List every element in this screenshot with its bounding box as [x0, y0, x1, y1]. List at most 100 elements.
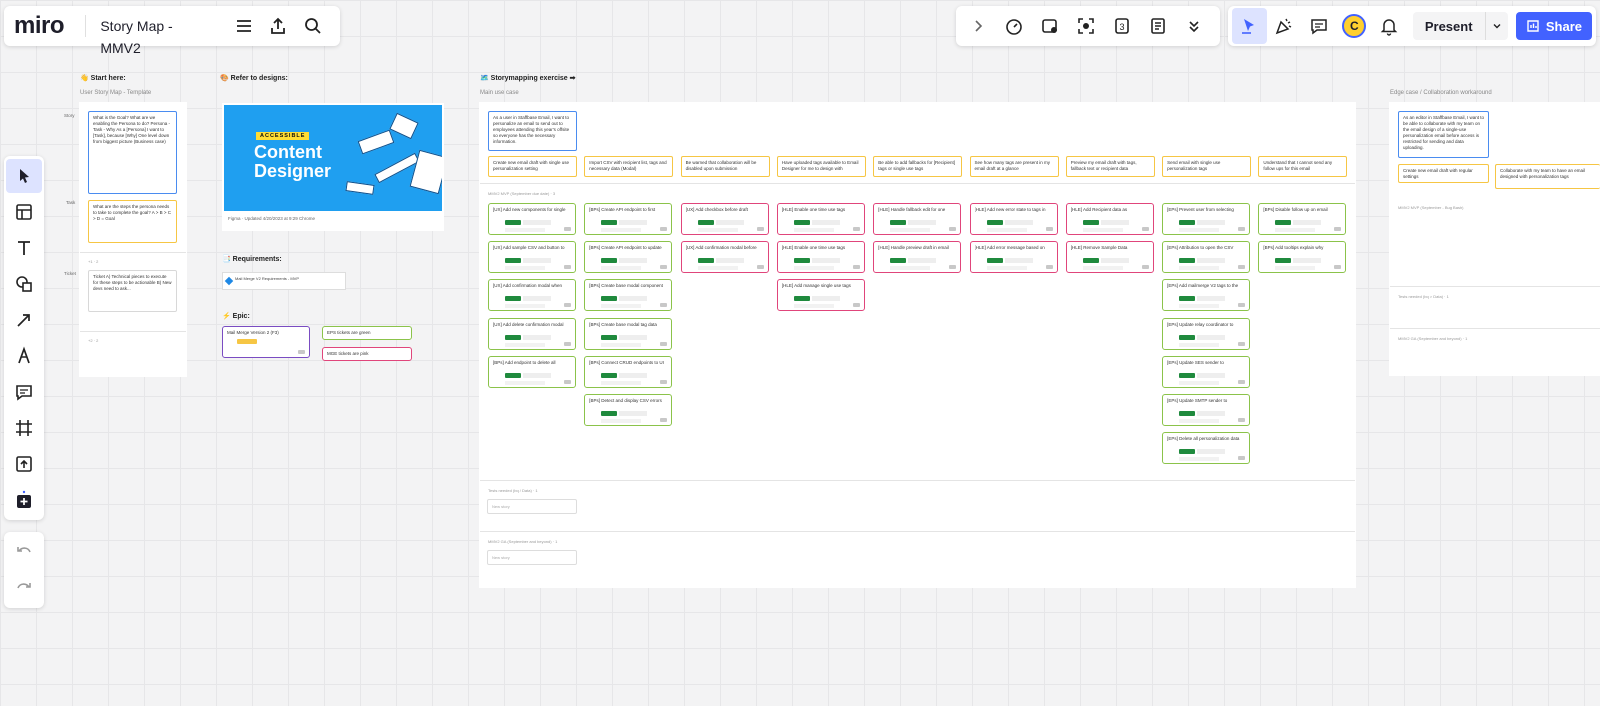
notes-button[interactable]: [1140, 8, 1176, 44]
comments-button[interactable]: [1302, 8, 1337, 44]
task-sticky[interactable]: Have uploaded tags available to Email De…: [776, 156, 866, 177]
requirements-doc-link[interactable]: Mail Merge V2 Requirements - MVP: [222, 272, 346, 290]
ticket-card[interactable]: [EPs] Attribution to open the CSV: [1162, 241, 1251, 274]
ticket-card[interactable]: [HLE] Enable one time use tags: [776, 241, 865, 274]
ticket-card[interactable]: [BPs] Disable follow up on email: [1258, 203, 1347, 235]
ticket-meta-placeholder: [1275, 266, 1316, 271]
present-options-button[interactable]: [1484, 12, 1508, 40]
main-story-sticky[interactable]: As a user in Staffbase Email, I want to …: [488, 111, 577, 151]
ticket-link-icon: [1238, 303, 1246, 308]
estimation-button[interactable]: 3: [1104, 8, 1140, 44]
task-sticky[interactable]: Preview my email draft with tags, fallba…: [1065, 156, 1155, 177]
ticket-card[interactable]: [EPs] Update SMTP sender to: [1162, 394, 1251, 426]
miro-logo[interactable]: miro: [14, 12, 77, 40]
main-menu-button[interactable]: [226, 8, 261, 44]
edge-divider-2: [1390, 328, 1600, 329]
ticket-card[interactable]: [UX] Add confirmation modal before: [680, 241, 769, 274]
release3-label[interactable]: MMV2 GA (September and beyond) · 1: [488, 539, 557, 544]
ticket-card[interactable]: [UX] Add new components for single: [488, 203, 576, 235]
release2-label[interactable]: Tests needed (bq / Data) · 1: [488, 488, 538, 493]
undo-button[interactable]: [6, 534, 42, 570]
text-tool[interactable]: [6, 231, 42, 265]
ticket-card[interactable]: [UX] Add checkbox before draft: [680, 203, 769, 235]
redo-button[interactable]: [6, 570, 42, 606]
cursor-follow-button[interactable]: [1232, 8, 1267, 44]
connection-line-tool[interactable]: [6, 303, 42, 337]
legend-green-card[interactable]: EPS tickets are green: [322, 326, 412, 340]
ticket-card[interactable]: [EPs] Delete all personalization data: [1162, 432, 1251, 465]
ticket-card[interactable]: [BPs] Create base modal component: [584, 279, 673, 312]
pen-tool[interactable]: [6, 339, 42, 373]
task-sticky[interactable]: See how many tags are present in my emai…: [969, 156, 1059, 177]
frame-tool[interactable]: [6, 411, 42, 445]
ticket-card[interactable]: [BPs] Create base modal tag data: [584, 317, 673, 350]
ticket-card[interactable]: [EPs] Update relay coordinator to: [1162, 317, 1251, 350]
ticket-card-title: [UX] Add checkbox before draft: [685, 207, 748, 212]
more-apps-tool[interactable]: [6, 483, 42, 517]
templates-tool[interactable]: [6, 195, 42, 229]
ticket-card[interactable]: [BPs] Create API endpoint to update: [584, 241, 673, 274]
ticket-card[interactable]: [BPs] Add endpoint to delete all: [488, 355, 576, 388]
edge-frame-label[interactable]: Edge case / Collaboration workaround: [1390, 90, 1492, 96]
main-frame-label[interactable]: Main use case: [480, 90, 519, 96]
ticket-card[interactable]: [BPs] Add tooltips explain why: [1258, 241, 1347, 274]
ticket-card[interactable]: [EPs] Add mailmerge V2 tags to the: [1162, 279, 1251, 312]
upload-tool[interactable]: [6, 447, 42, 481]
ticket-card[interactable]: [UX] Add delete confirmation modal: [488, 317, 576, 350]
share-button[interactable]: Share: [1515, 12, 1593, 40]
shapes-tool[interactable]: [6, 267, 42, 301]
ticket-card[interactable]: [HLE] Remove Sample Data: [1065, 241, 1154, 274]
celebrate-button[interactable]: [1267, 8, 1302, 44]
collapse-tools-button[interactable]: [960, 8, 996, 44]
ticket-card[interactable]: [HLE] Add manage single use tags: [776, 279, 865, 312]
task-sticky[interactable]: Be able to add fallbacks for [Recipient]…: [873, 156, 963, 177]
epic-card[interactable]: Mail Merge Version 2 (F3): [222, 326, 310, 358]
present-button[interactable]: Present: [1412, 12, 1485, 40]
template-goal-sticky[interactable]: What is the Goal? What are we enabling t…: [88, 111, 177, 194]
ticket-card[interactable]: [BPs] Detect and display CSV errors: [584, 394, 673, 426]
edge-release3-label: MMV2 GA (September and beyond) · 1: [1398, 336, 1468, 341]
ticket-card[interactable]: [EPs] Update SES sender to: [1162, 355, 1251, 388]
select-tool[interactable]: [6, 159, 42, 193]
ticket-card[interactable]: [HLE] Handle preview draft in email: [873, 241, 962, 274]
ticket-card[interactable]: [HLE] Add error message based on: [969, 241, 1058, 274]
template-frame-label[interactable]: User Story Map - Template: [80, 90, 151, 96]
ticket-card[interactable]: [HLE] Enable one time use tags: [776, 203, 865, 235]
ticket-meta-placeholder: [523, 258, 551, 264]
ticket-card[interactable]: [UX] Add confirmation modal when: [488, 279, 576, 312]
template-ticket-sticky[interactable]: Ticket A) Technical pieces to execute fo…: [88, 270, 177, 312]
more-tools-button[interactable]: [1176, 8, 1212, 44]
release2-new-story[interactable]: New story: [487, 499, 577, 514]
edge-task-sticky-2[interactable]: Collaborate with my team to have an emai…: [1495, 164, 1600, 189]
ticket-card[interactable]: [BPs] Create API endpoint to first: [584, 203, 673, 235]
task-sticky[interactable]: Import CSV with recipient list, tags and…: [584, 156, 674, 177]
task-sticky[interactable]: Create new email draft with single use p…: [488, 156, 577, 177]
user-avatar-button[interactable]: C: [1337, 8, 1372, 44]
edge-story-sticky[interactable]: As an editor in Staffbase Email, I want …: [1398, 111, 1489, 158]
release3-new-story[interactable]: New story: [487, 550, 577, 565]
notifications-button[interactable]: [1372, 8, 1407, 44]
comment-tool[interactable]: [6, 375, 42, 409]
search-button[interactable]: [295, 8, 330, 44]
ticket-link-icon: [564, 379, 571, 384]
export-button[interactable]: [261, 8, 296, 44]
card-number-icon: 3: [1115, 18, 1129, 34]
timer-button[interactable]: [996, 8, 1032, 44]
reactions-button[interactable]: [1032, 8, 1068, 44]
ticket-card[interactable]: [BPs] Connect CRUD endpoints to UI: [584, 355, 673, 388]
task-sticky[interactable]: Send email with single use personalizati…: [1162, 156, 1252, 177]
edge-task-sticky-1[interactable]: Create new email draft with regular sett…: [1398, 164, 1489, 183]
ticket-card[interactable]: [EPs] Prevent user from selecting: [1162, 203, 1251, 235]
legend-pink-card[interactable]: MGE tickets are pink: [322, 347, 412, 361]
ticket-card[interactable]: [HLE] Add new error state to tags in: [969, 203, 1058, 235]
release1-label[interactable]: MMV2 MVP (September due date) · 3: [488, 191, 555, 196]
ticket-card[interactable]: [HLE] Add Recipient data as: [1065, 203, 1154, 235]
design-preview-image[interactable]: ACCESSIBLE Content Designer: [224, 105, 442, 211]
focus-button[interactable]: [1068, 8, 1104, 44]
task-sticky[interactable]: Understand that I cannot send any follow…: [1258, 156, 1348, 177]
task-sticky[interactable]: Be warned that collaboration will be dis…: [680, 156, 770, 177]
ticket-card[interactable]: [UX] Add sample CSV and button to: [488, 241, 576, 274]
board-title[interactable]: Story Map - MMV2: [85, 15, 226, 56]
template-steps-sticky[interactable]: What are the steps the persona needs to …: [88, 200, 177, 243]
ticket-card[interactable]: [HLE] Handle fallback edit for one: [873, 203, 962, 235]
